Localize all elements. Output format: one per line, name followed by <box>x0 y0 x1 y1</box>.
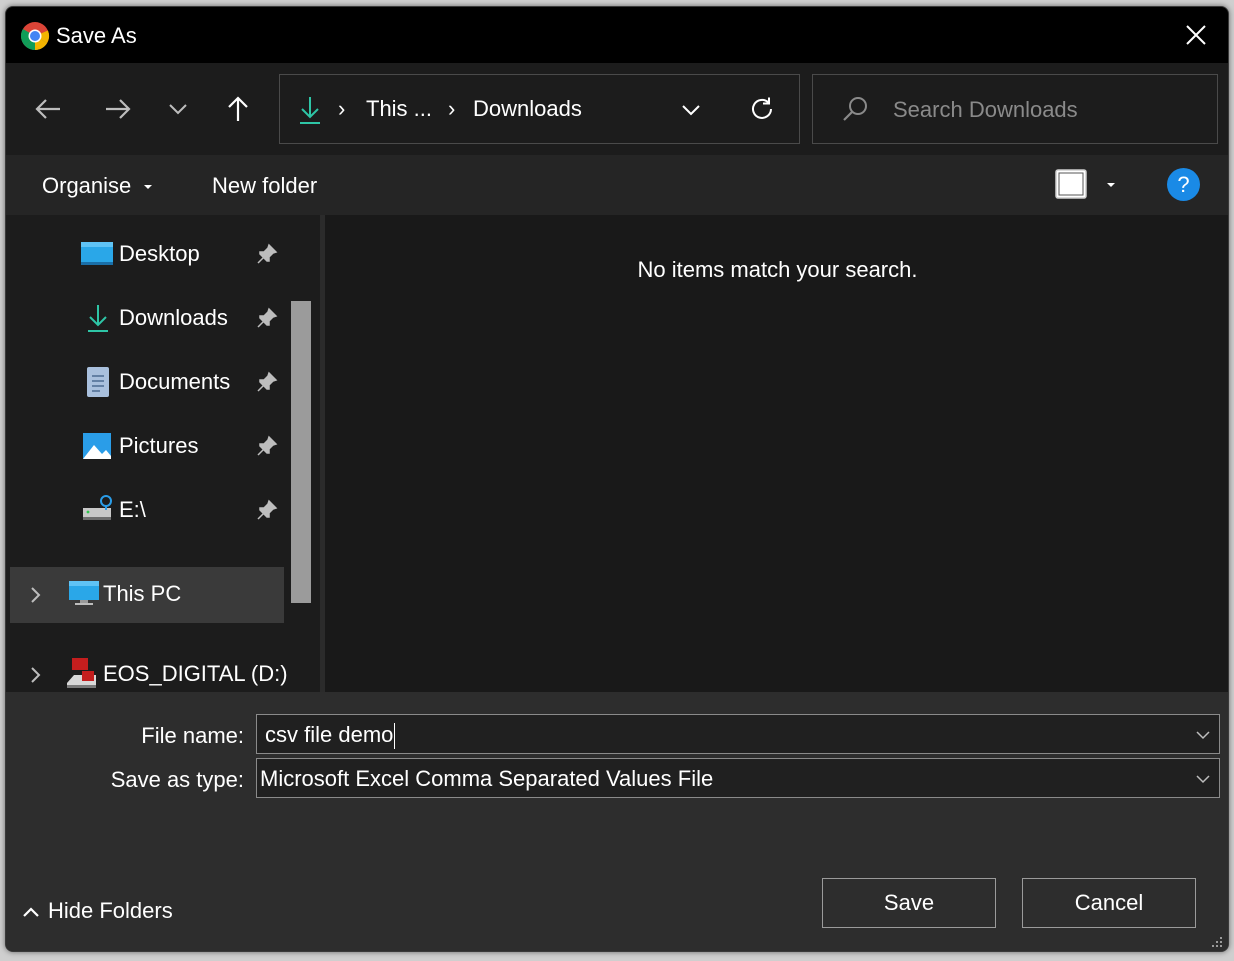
title-bar: Save As <box>6 7 1228 63</box>
view-pane-icon <box>1055 169 1087 199</box>
sidebar-item-label: Downloads <box>119 305 228 330</box>
refresh-button[interactable] <box>746 93 778 125</box>
pictures-icon <box>83 433 111 459</box>
sidebar-item-pictures[interactable]: Pictures <box>6 419 296 475</box>
chevron-down-icon[interactable] <box>1195 771 1211 787</box>
search-box[interactable]: Search Downloads <box>812 74 1218 144</box>
pin-icon[interactable] <box>256 307 278 329</box>
chevron-down-icon <box>169 104 187 115</box>
breadcrumb-downloads[interactable]: Downloads <box>473 96 582 122</box>
up-button[interactable] <box>218 89 258 129</box>
network-drive-icon <box>83 495 112 520</box>
organise-label: Organise <box>42 173 132 198</box>
help-button[interactable]: ? <box>1167 168 1200 201</box>
chevron-right-icon[interactable] <box>30 586 42 604</box>
address-bar[interactable]: › This ... › Downloads <box>279 74 800 144</box>
empty-results-message: No items match your search. <box>637 257 918 282</box>
hide-folders-label: Hide Folders <box>48 898 173 923</box>
hide-folders-button[interactable]: Hide Folders <box>22 898 173 924</box>
chevron-down-icon <box>682 105 700 116</box>
file-name-input[interactable]: csv file demo <box>265 722 396 750</box>
chevron-right-icon[interactable] <box>30 666 42 684</box>
pin-icon[interactable] <box>256 243 278 265</box>
file-name-field[interactable]: csv file demo <box>256 714 1220 754</box>
back-button[interactable] <box>28 89 68 129</box>
new-folder-button[interactable]: New folder <box>212 173 317 199</box>
cancel-button[interactable]: Cancel <box>1022 878 1196 928</box>
sidebar-item-documents[interactable]: Documents <box>6 355 296 411</box>
computer-icon <box>69 581 99 605</box>
sidebar-item-e-drive[interactable]: E:\ <box>6 483 296 539</box>
save-type-select[interactable]: Microsoft Excel Comma Separated Values F… <box>256 758 1220 798</box>
file-name-label: File name: <box>141 723 244 748</box>
sidebar-item-label: Documents <box>119 369 231 394</box>
breadcrumb-separator-1: › <box>338 96 346 121</box>
chrome-logo-icon <box>20 22 50 51</box>
download-icon <box>88 305 108 332</box>
chevron-down-icon[interactable] <box>1195 727 1211 743</box>
arrow-right-icon <box>106 99 131 119</box>
arrow-up-icon <box>228 96 248 121</box>
file-list-pane[interactable]: No items match your search. <box>325 215 1228 692</box>
text-caret <box>394 723 396 750</box>
download-arrow-icon <box>300 97 320 124</box>
forward-button[interactable] <box>98 89 138 129</box>
navigation-pane: Desktop Downloads Documents Pictures E:\… <box>6 215 320 692</box>
sidebar-item-eos-digital[interactable]: EOS_DIGITAL (D:) <box>6 647 296 692</box>
command-bar: Organise New folder ? <box>6 155 1228 215</box>
pin-icon[interactable] <box>256 435 278 457</box>
pin-icon[interactable] <box>256 371 278 393</box>
documents-icon <box>87 367 109 397</box>
search-icon <box>843 97 867 121</box>
sidebar-item-label: Desktop <box>119 241 200 266</box>
sidebar-item-label: Pictures <box>119 433 199 458</box>
sidebar-item-downloads[interactable]: Downloads <box>6 291 296 347</box>
sidebar-item-label: EOS_DIGITAL (D:) <box>103 661 288 686</box>
caret-down-icon <box>1107 183 1115 187</box>
chevron-up-icon <box>23 907 39 917</box>
caret-down-icon <box>144 185 153 190</box>
sidebar-item-this-pc[interactable]: This PC <box>10 567 284 623</box>
change-view-button[interactable] <box>1054 168 1118 202</box>
sd-card-icon <box>67 658 96 688</box>
pin-icon[interactable] <box>256 499 278 521</box>
sidebar-scrollbar-thumb[interactable] <box>291 301 311 603</box>
sidebar-item-desktop[interactable]: Desktop <box>6 227 296 283</box>
sidebar-item-label: E:\ <box>119 497 146 522</box>
desktop-icon <box>81 242 113 265</box>
address-dropdown-button[interactable] <box>676 95 706 125</box>
save-form: File name: csv file demo Save as type: M… <box>6 692 1228 951</box>
recent-locations-button[interactable] <box>158 89 198 129</box>
sidebar-item-label: This PC <box>103 581 182 606</box>
window-title: Save As <box>56 23 137 48</box>
breadcrumb-this-pc[interactable]: This ... <box>366 96 432 122</box>
save-as-dialog: Save As › This ... › Downloads Search Do… <box>5 6 1229 952</box>
resize-grip-icon[interactable] <box>1210 935 1224 949</box>
arrow-left-icon <box>35 99 60 119</box>
save-button[interactable]: Save <box>822 878 996 928</box>
organise-menu-button[interactable]: Organise <box>42 173 153 199</box>
close-icon <box>1186 25 1206 45</box>
close-button[interactable] <box>1164 7 1228 63</box>
refresh-icon <box>752 97 772 119</box>
save-type-value: Microsoft Excel Comma Separated Values F… <box>260 766 714 791</box>
save-type-label: Save as type: <box>110 767 244 792</box>
search-input[interactable]: Search Downloads <box>893 97 1078 123</box>
breadcrumb-separator-2: › <box>448 96 456 121</box>
navigation-bar: › This ... › Downloads Search Downloads <box>6 63 1228 155</box>
